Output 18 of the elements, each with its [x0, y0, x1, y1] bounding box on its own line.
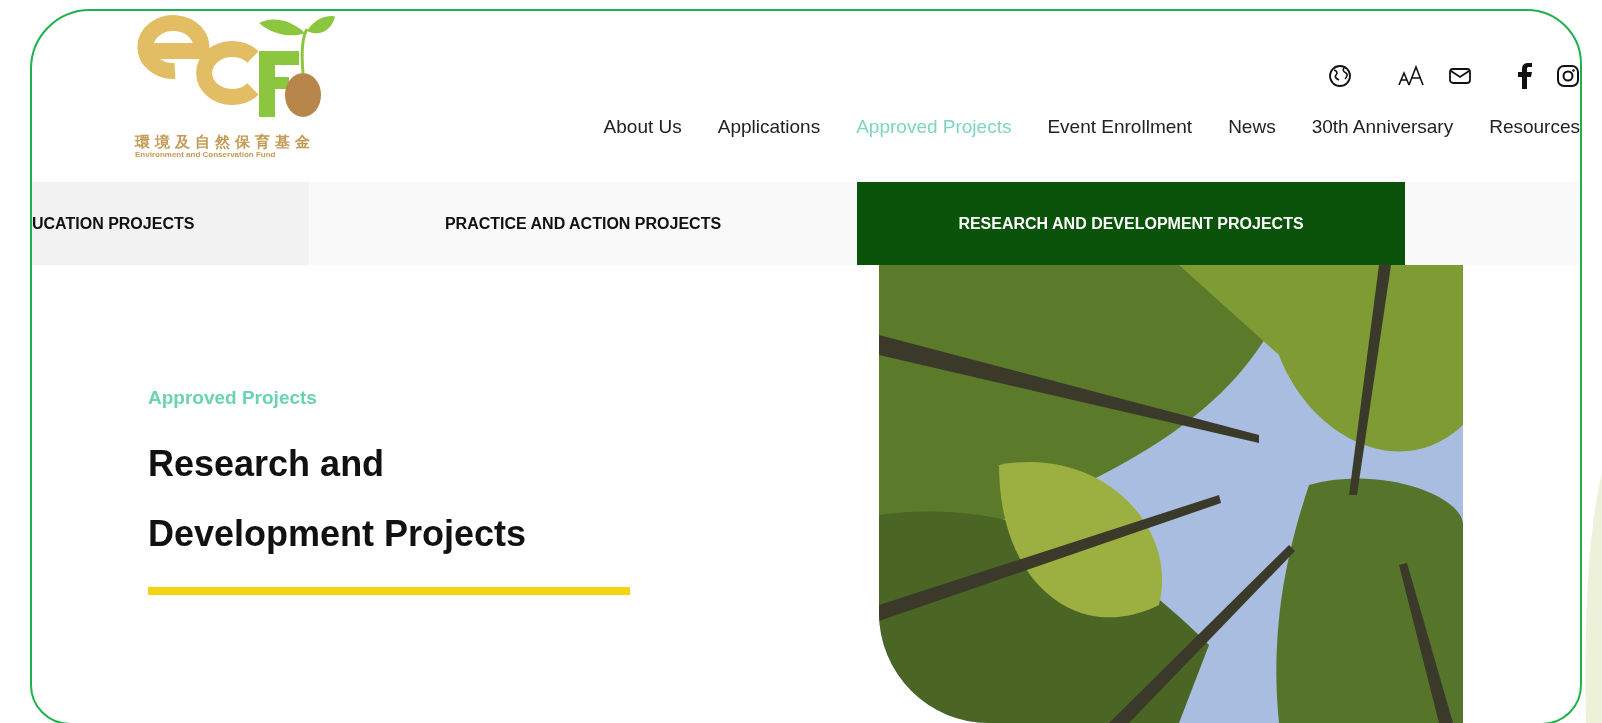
globe-icon[interactable]	[1328, 64, 1352, 88]
category-tab[interactable]: PRACTICE AND ACTION PROJECTS	[309, 182, 857, 265]
nav-link[interactable]: Resources	[1489, 115, 1580, 139]
nav-link[interactable]: News	[1228, 115, 1276, 139]
nav-link[interactable]: 30th Anniversary	[1311, 115, 1454, 139]
logo-english-name: Environment and Conservation Fund	[135, 150, 277, 160]
nav-link[interactable]: Applications	[717, 115, 821, 139]
section-label: Approved Projects	[148, 386, 317, 410]
nav-link[interactable]: Event Enrollment	[1047, 115, 1193, 139]
facebook-icon[interactable]	[1518, 63, 1532, 89]
logo-chinese-name: 環境及自然保育基金	[135, 133, 316, 150]
instagram-icon[interactable]	[1556, 64, 1580, 88]
font-size-icon[interactable]	[1398, 65, 1424, 87]
category-tab[interactable]: RESEARCH AND DEVELOPMENT PROJECTS	[857, 182, 1405, 265]
mail-icon[interactable]	[1448, 66, 1472, 86]
category-tab[interactable]: UCATION PROJECTS	[32, 182, 309, 265]
page-title: Research and Development Projects	[148, 442, 528, 556]
nav-link[interactable]: About Us	[603, 115, 682, 139]
